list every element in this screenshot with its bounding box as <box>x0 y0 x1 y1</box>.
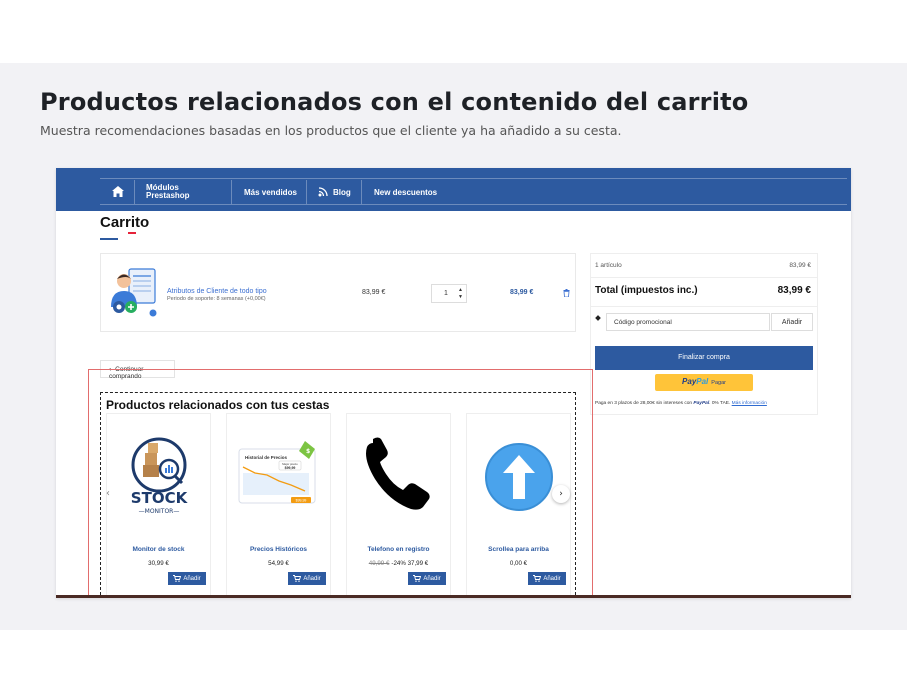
top-nav: Módulos Prestashop Más vendidos Blog New… <box>56 168 851 211</box>
product-name[interactable]: Monitor de stock <box>107 546 210 553</box>
title-accent <box>128 232 136 234</box>
nav-separator <box>306 180 307 204</box>
summary-divider <box>591 277 817 278</box>
price-history-icon: Historial de Precios Mejor precio $99,99… <box>238 441 316 504</box>
nav-best-sellers-label: Más vendidos <box>244 187 297 197</box>
cart-line-item: Atributos de Cliente de todo tipo Period… <box>100 253 576 332</box>
paypal-more-info-link[interactable]: Más información <box>732 401 767 406</box>
summary-divider <box>591 306 817 307</box>
nav-item-blog[interactable]: Blog <box>318 180 351 204</box>
related-products-title: Productos relacionados con tus cestas <box>106 398 330 412</box>
nav-discounts-label: New descuentos <box>374 187 438 197</box>
tag-icon <box>595 315 601 321</box>
cart-product-subtitle: Periodo de soporte: 8 semanas (+0,00€) <box>167 296 266 302</box>
summary-items-row: 1 artículo 83,99 € <box>595 262 811 269</box>
quantity-arrows[interactable]: ▲ ▼ <box>458 287 463 301</box>
paypal-note-prefix: Paga en 3 plazos de 28,00€ sin intereses… <box>595 401 693 406</box>
nav-item-discounts[interactable]: New descuentos <box>374 180 437 204</box>
product-card[interactable]: Historial de Precios Mejor precio $99,99… <box>226 413 331 595</box>
stock-logo-subtext: —MONITOR— <box>139 508 180 515</box>
screenshot-frame: Módulos Prestashop Más vendidos Blog New… <box>56 168 851 598</box>
product-card[interactable]: STOCK —MONITOR— Monitor de stock 30,99 €… <box>106 413 211 595</box>
paypal-logo-pal: Pal <box>696 377 709 386</box>
product-card[interactable]: Telefono en registro 49,99 € -24% 37,99 €… <box>346 413 451 595</box>
summary-total-row: Total (impuestos inc.) 83,99 € <box>595 285 811 296</box>
paypal-note-brand: PayPal <box>693 401 710 406</box>
nav-blog-label: Blog <box>333 187 351 197</box>
product-card[interactable]: Scrollea para arriba 0,00 € Añadir <box>466 413 571 595</box>
nav-item-modules[interactable]: Módulos Prestashop <box>146 180 190 204</box>
chart-thumb-title: Historial de Precios <box>245 455 288 460</box>
cart-product-unit-price: 83,99 € <box>362 289 386 296</box>
cart-summary: 1 artículo 83,99 € Total (impuestos inc.… <box>590 253 818 415</box>
product-price: 49,99 € -24% 37,99 € <box>347 560 450 567</box>
add-to-cart-button[interactable]: Añadir <box>528 572 566 585</box>
product-price-value: 54,99 € <box>268 560 289 567</box>
customer-attributes-product-icon[interactable] <box>109 267 159 317</box>
add-to-cart-button[interactable]: Añadir <box>408 572 446 585</box>
quantity-stepper[interactable]: 1 ▲ ▼ <box>431 284 467 303</box>
home-icon[interactable] <box>112 186 124 197</box>
product-price-value: -24% 37,99 € <box>391 560 429 567</box>
add-to-cart-label: Añadir <box>303 575 321 582</box>
title-underline <box>100 238 118 240</box>
carousel-next-arrow[interactable]: › <box>552 485 570 503</box>
paypal-button[interactable]: PayPal Pagar <box>655 374 753 391</box>
add-to-cart-label: Añadir <box>423 575 441 582</box>
nav-separator <box>134 180 135 204</box>
nav-separator <box>231 180 232 204</box>
phone-icon <box>366 437 430 510</box>
summary-items-label: 1 artículo <box>595 262 622 269</box>
cart-product-total: 83,99 € <box>510 289 534 296</box>
paypal-pagar-label: Pagar <box>711 380 726 386</box>
cart-icon <box>413 575 422 582</box>
checkout-button[interactable]: Finalizar compra <box>595 346 813 370</box>
svg-text:$: $ <box>306 448 310 455</box>
page-subtitle: Muestra recomendaciones basadas en los p… <box>40 123 622 138</box>
product-old-price: 49,99 € <box>368 560 390 567</box>
cart-icon <box>173 575 182 582</box>
nav-separator <box>361 180 362 204</box>
product-price: 30,99 € <box>107 560 210 567</box>
add-to-cart-button[interactable]: Añadir <box>168 572 206 585</box>
arrow-up-icon <box>485 443 553 511</box>
add-to-cart-label: Añadir <box>183 575 201 582</box>
product-price: 0,00 € <box>467 560 570 567</box>
summary-total-label: Total (impuestos inc.) <box>595 285 698 296</box>
chart-thumb-price: $99,99 <box>285 466 296 470</box>
stock-monitor-icon: STOCK —MONITOR— <box>131 437 189 515</box>
paypal-logo-pay: Pay <box>682 377 697 386</box>
paypal-installments-note: Paga en 3 plazos de 28,00€ sin intereses… <box>595 401 819 406</box>
cart-title: Carrito <box>100 214 150 231</box>
trash-icon[interactable] <box>563 289 570 297</box>
cart-icon <box>533 575 542 582</box>
product-price: 54,99 € <box>227 560 330 567</box>
promo-apply-button[interactable]: Añadir <box>771 313 813 331</box>
product-name[interactable]: Scrollea para arriba <box>467 546 570 553</box>
product-price-value: 30,99 € <box>148 560 169 567</box>
rss-icon <box>318 187 328 197</box>
stock-logo-text: STOCK <box>131 489 189 507</box>
product-name[interactable]: Telefono en registro <box>347 546 450 553</box>
summary-items-value: 83,99 € <box>789 262 811 269</box>
nav-modules-line2: Prestashop <box>146 191 190 200</box>
nav-divider-top <box>100 178 847 179</box>
paypal-note-suffix: . 0% TAE. <box>709 401 731 406</box>
chart-thumb-button: $99,99 <box>296 499 307 503</box>
quantity-value: 1 <box>444 290 448 297</box>
nav-item-best-sellers[interactable]: Más vendidos <box>244 180 297 204</box>
summary-total-value: 83,99 € <box>777 285 811 296</box>
product-price-value: 0,00 € <box>509 560 528 567</box>
product-name[interactable]: Precios Históricos <box>227 546 330 553</box>
page-title: Productos relacionados con el contenido … <box>40 88 749 116</box>
add-to-cart-button[interactable]: Añadir <box>288 572 326 585</box>
carousel-prev-arrow[interactable]: ‹ <box>106 488 110 499</box>
nav-divider-bottom <box>100 204 847 205</box>
cart-product-name[interactable]: Atributos de Cliente de todo tipo <box>167 288 267 295</box>
add-to-cart-label: Añadir <box>543 575 561 582</box>
cart-icon <box>293 575 302 582</box>
promo-code-input[interactable]: Código promocional <box>606 313 770 331</box>
